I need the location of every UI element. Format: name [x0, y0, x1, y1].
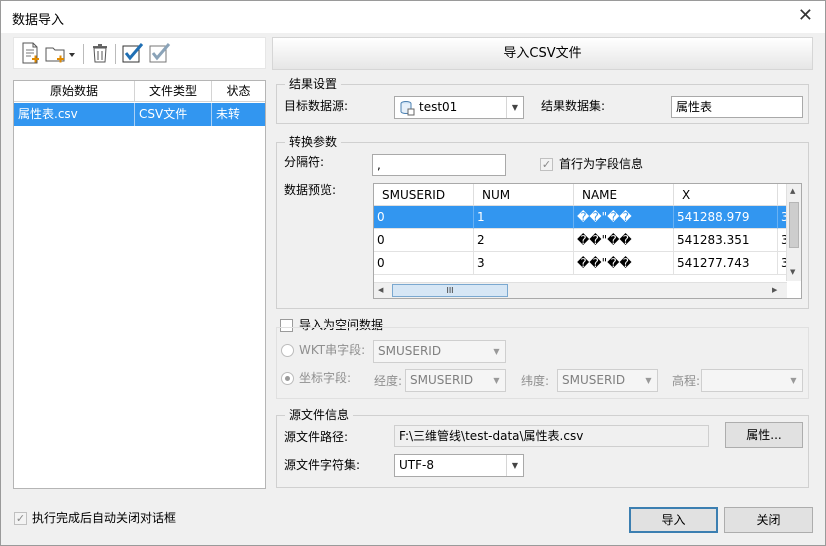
result-dataset-input[interactable]: 属性表 [671, 96, 803, 118]
conversion-params-title: 转换参数 [285, 134, 342, 150]
preview-cell[interactable]: 2 [474, 229, 574, 252]
target-datasource-label: 目标数据源: [284, 99, 349, 113]
column-header-status[interactable]: 状态 [212, 81, 265, 102]
preview-cell[interactable]: 541288.979 [674, 206, 778, 229]
invert-select-icon[interactable] [148, 41, 172, 65]
source-file-info-title: 源文件信息 [285, 407, 354, 423]
preview-column-header[interactable]: SMUSERID [374, 184, 474, 206]
first-row-header-label: 首行为字段信息 [559, 157, 644, 171]
source-charset-combo[interactable]: UTF-8 ▼ [394, 454, 524, 477]
preview-column-header[interactable]: NUM [474, 184, 574, 206]
elevation-combo[interactable]: ▼ [701, 369, 803, 392]
file-list-row[interactable]: 属性表.csv CSV文件 未转 [14, 103, 265, 126]
preview-cell[interactable]: 0 [374, 252, 474, 275]
toolbar-separator [115, 44, 116, 64]
chevron-down-icon[interactable]: ▼ [785, 370, 802, 391]
properties-button[interactable]: 属性... [725, 422, 803, 448]
datasource-icon [399, 100, 415, 118]
first-row-header-checkbox[interactable]: ✓ [540, 158, 553, 171]
wkt-field-value: SMUSERID [378, 344, 442, 358]
elevation-label: 高程: [672, 374, 701, 388]
add-file-icon[interactable] [18, 41, 42, 65]
latitude-value: SMUSERID [562, 373, 626, 387]
vertical-scrollbar[interactable]: ▲ ▼ [786, 184, 801, 281]
chevron-down-icon[interactable]: ▼ [488, 370, 505, 391]
scroll-right-icon[interactable]: ▶ [772, 286, 777, 294]
file-status-cell: 未转 [216, 107, 241, 121]
preview-cell[interactable]: 1 [474, 206, 574, 229]
preview-cell[interactable]: 541283.351 [674, 229, 778, 252]
longitude-label: 经度: [374, 374, 403, 388]
auto-close-label: 执行完成后自动关闭对话框 [32, 511, 177, 525]
preview-cell[interactable]: ��"�� [574, 252, 674, 275]
scroll-left-icon[interactable]: ◀ [378, 286, 383, 294]
result-settings-title: 结果设置 [285, 76, 342, 92]
source-path-label: 源文件路径: [284, 430, 349, 444]
scroll-down-icon[interactable]: ▼ [790, 268, 795, 276]
column-header-type[interactable]: 文件类型 [135, 81, 212, 102]
data-preview-table[interactable]: SMUSERID NUM NAME X Y 0 1 ��"�� 541288.9… [373, 183, 802, 299]
target-datasource-value: test01 [419, 100, 458, 114]
add-folder-icon[interactable] [44, 41, 68, 65]
chevron-down-icon[interactable]: ▼ [488, 341, 505, 362]
wkt-field-label: WKT串字段: [299, 343, 366, 357]
dropdown-arrow-icon[interactable] [67, 41, 77, 65]
preview-cell[interactable]: 3 [474, 252, 574, 275]
preview-column-header[interactable]: X [674, 184, 778, 206]
toolbar [13, 37, 266, 69]
latitude-label: 纬度: [521, 374, 550, 388]
source-charset-value: UTF-8 [399, 458, 434, 472]
longitude-combo[interactable]: SMUSERID ▼ [405, 369, 506, 392]
target-datasource-combo[interactable]: test01 ▼ [394, 96, 524, 119]
file-type-cell: CSV文件 [135, 103, 212, 126]
chevron-down-icon[interactable]: ▼ [506, 97, 523, 118]
latitude-combo[interactable]: SMUSERID ▼ [557, 369, 658, 392]
panel-header: 导入CSV文件 [272, 37, 813, 70]
wkt-radio[interactable] [281, 344, 294, 357]
delete-icon[interactable] [88, 41, 112, 65]
select-all-icon[interactable] [121, 41, 145, 65]
toolbar-separator [83, 44, 84, 64]
preview-cell[interactable]: 541277.743 [674, 252, 778, 275]
preview-cell[interactable]: ��"�� [574, 206, 674, 229]
source-path-field[interactable]: F:\三维管线\test-data\属性表.csv [394, 425, 709, 447]
preview-cell[interactable]: 0 [374, 206, 474, 229]
file-list[interactable]: 原始数据 文件类型 状态 属性表.csv CSV文件 未转 [13, 80, 266, 489]
close-button[interactable]: 关闭 [724, 507, 813, 533]
chevron-down-icon[interactable]: ▼ [506, 455, 523, 476]
file-name-cell: 属性表.csv [14, 103, 135, 126]
auto-close-checkbox[interactable]: ✓ [14, 512, 27, 525]
longitude-value: SMUSERID [410, 373, 474, 387]
preview-cell[interactable]: 0 [374, 229, 474, 252]
horizontal-scrollbar[interactable]: ◀ III ▶ [374, 282, 787, 298]
coordinate-field-label: 坐标字段: [299, 371, 352, 385]
source-charset-label: 源文件字符集: [284, 458, 361, 472]
horizontal-scroll-thumb[interactable]: III [392, 284, 508, 297]
data-preview-label: 数据预览: [284, 183, 337, 197]
title-bar: 数据导入 ✕ [1, 1, 825, 33]
coordinate-radio[interactable] [281, 372, 294, 385]
separator-label: 分隔符: [284, 155, 325, 169]
result-dataset-label: 结果数据集: [541, 99, 606, 113]
chevron-down-icon[interactable]: ▼ [640, 370, 657, 391]
import-button[interactable]: 导入 [629, 507, 718, 533]
preview-column-header[interactable]: NAME [574, 184, 674, 206]
window-title: 数据导入 [12, 13, 65, 28]
column-header-source[interactable]: 原始数据 [14, 81, 135, 102]
wkt-field-combo[interactable]: SMUSERID ▼ [373, 340, 506, 363]
close-icon[interactable]: ✕ [798, 5, 813, 26]
vertical-scroll-thumb[interactable] [789, 202, 799, 248]
data-import-dialog: 数据导入 ✕ 原始数据 文件类型 状态 属性表.csv CSV文件 未转 导入C… [0, 0, 826, 546]
preview-cell[interactable]: ��"�� [574, 229, 674, 252]
scroll-up-icon[interactable]: ▲ [790, 187, 795, 195]
separator-input[interactable]: , [372, 154, 506, 176]
